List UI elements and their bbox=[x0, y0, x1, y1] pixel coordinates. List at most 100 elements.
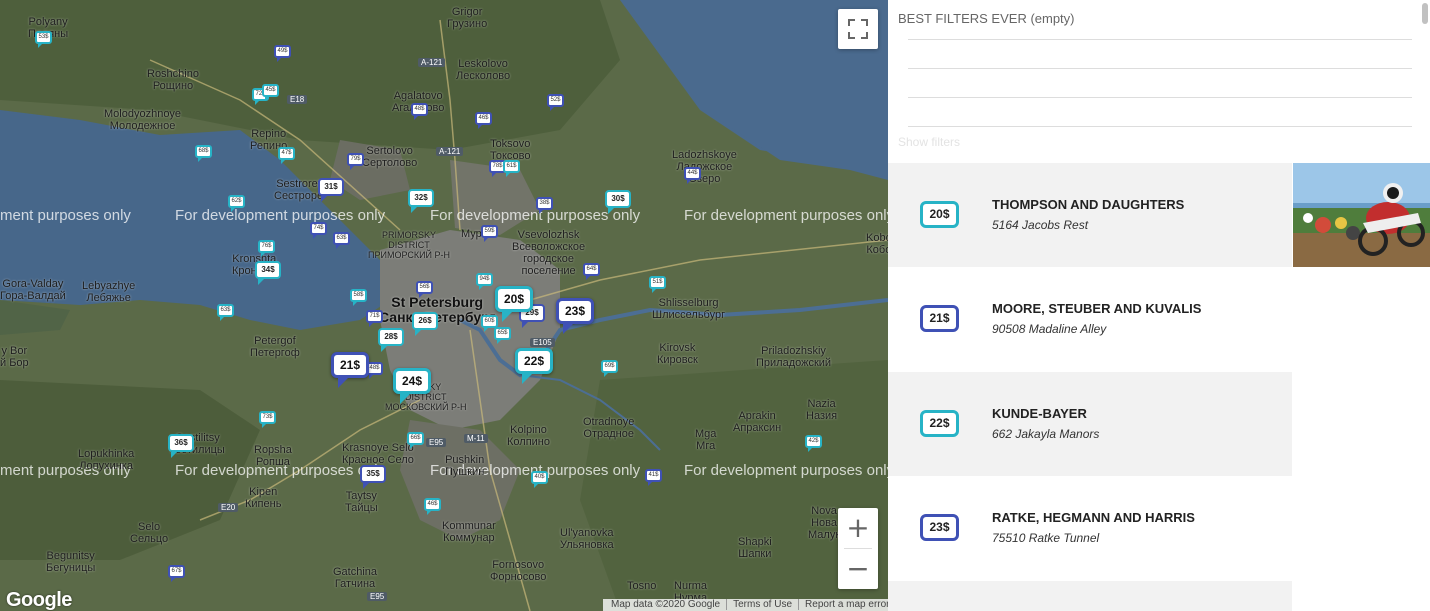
map-marker-medium[interactable]: 36$ bbox=[168, 434, 194, 458]
road-shield: A-121 bbox=[418, 58, 446, 67]
report-error-link[interactable]: Report a map error bbox=[801, 599, 888, 610]
list-item[interactable]: 20$ THOMPSON AND DAUGHTERS 5164 Jacobs R… bbox=[888, 163, 1292, 267]
map-marker-large[interactable]: 21$ bbox=[331, 352, 369, 388]
item-title: MOORE, STEUBER AND KUVALIS bbox=[992, 301, 1202, 316]
show-filters-button[interactable]: Show filters bbox=[898, 135, 960, 149]
zoom-out-button[interactable]: − bbox=[838, 549, 878, 589]
map-marker-small[interactable]: 40$ bbox=[531, 471, 548, 488]
map-marker-medium[interactable]: 32$ bbox=[408, 189, 434, 213]
place-label: y Bor й Бор bbox=[0, 345, 29, 369]
price-badge: 22$ bbox=[920, 410, 959, 437]
place-label: Sertolovo Сертолово bbox=[362, 145, 418, 169]
map-marker-small[interactable]: 53$ bbox=[35, 31, 52, 48]
item-address: 90508 Madaline Alley bbox=[992, 322, 1107, 336]
road-shield: E95 bbox=[426, 438, 447, 447]
map-marker-small[interactable]: 45$ bbox=[262, 84, 279, 101]
map-marker-small[interactable]: 47$ bbox=[278, 147, 295, 164]
map-marker-small[interactable]: 51$ bbox=[649, 276, 666, 293]
place-label: Fornosovo Форносово bbox=[490, 559, 547, 583]
map-marker-small[interactable]: 67$ bbox=[168, 565, 185, 582]
map-marker-small[interactable]: 63$ bbox=[217, 304, 234, 321]
place-label: Mga Мга bbox=[695, 428, 717, 452]
map-marker-small[interactable]: 46$ bbox=[424, 498, 441, 515]
map[interactable]: ment purposes only For development purpo… bbox=[0, 0, 888, 611]
map-marker-small[interactable]: 64$ bbox=[583, 263, 600, 280]
road-shield: A-121 bbox=[436, 147, 464, 156]
place-label: Ropsha Ропша bbox=[254, 444, 292, 468]
map-marker-small[interactable]: 79$ bbox=[347, 153, 364, 170]
filter-input-2[interactable] bbox=[908, 68, 1412, 69]
map-marker-small[interactable]: 48$ bbox=[411, 103, 428, 120]
map-marker-small[interactable]: 44$ bbox=[684, 167, 701, 184]
map-marker-small[interactable]: 49$ bbox=[274, 45, 291, 62]
motocross-photo bbox=[1293, 163, 1430, 267]
map-marker-small[interactable]: 94$ bbox=[476, 273, 493, 290]
map-marker-small[interactable]: 69$ bbox=[601, 360, 618, 377]
list-item[interactable]: 22$ KUNDE-BAYER 662 Jakayla Manors bbox=[888, 372, 1292, 476]
place-label: Vsevolozhsk Всеволожское городское посел… bbox=[512, 229, 586, 277]
google-logo[interactable]: Google bbox=[6, 589, 72, 611]
place-label: Sestroret Сестроре bbox=[274, 178, 324, 202]
place-label: Shlisselburg Шлиссельбург bbox=[652, 297, 726, 321]
map-marker-small[interactable]: 76$ bbox=[258, 240, 275, 257]
map-marker-small[interactable]: 58$ bbox=[350, 289, 367, 306]
list-item[interactable]: 21$ MOORE, STEUBER AND KUVALIS 90508 Mad… bbox=[888, 267, 1292, 371]
fullscreen-icon bbox=[848, 19, 868, 39]
map-marker-small[interactable]: 52$ bbox=[547, 94, 564, 111]
map-marker-small[interactable]: 61$ bbox=[503, 160, 520, 177]
map-marker-small[interactable]: 62$ bbox=[228, 195, 245, 212]
map-marker-medium[interactable]: 34$ bbox=[255, 261, 281, 285]
place-label: Gatchina Гатчина bbox=[333, 566, 378, 590]
map-marker-medium[interactable]: 35$ bbox=[360, 465, 386, 489]
dev-watermark: For development purposes only bbox=[684, 207, 888, 224]
map-marker-small[interactable]: 71$ bbox=[366, 310, 383, 327]
scrollbar-thumb[interactable] bbox=[1422, 3, 1428, 24]
filter-input-3[interactable] bbox=[908, 97, 1412, 98]
price-badge: 21$ bbox=[920, 305, 959, 332]
map-marker-small[interactable]: 73$ bbox=[259, 411, 276, 428]
map-marker-small[interactable]: 68$ bbox=[195, 145, 212, 162]
terms-link[interactable]: Terms of Use bbox=[729, 599, 796, 610]
place-label: Petergof Петергоф bbox=[250, 335, 300, 359]
app: ment purposes only For development purpo… bbox=[0, 0, 1430, 611]
map-marker-small[interactable]: 42$ bbox=[805, 435, 822, 452]
map-marker-large[interactable]: 20$ bbox=[495, 286, 533, 322]
map-marker-small[interactable]: 38$ bbox=[536, 197, 553, 214]
filter-input-4[interactable] bbox=[908, 126, 1412, 127]
zoom-in-button[interactable]: + bbox=[838, 508, 878, 548]
fullscreen-button[interactable] bbox=[838, 9, 878, 49]
map-marker-small[interactable]: 74$ bbox=[310, 222, 327, 239]
place-label: Kipen Кипень bbox=[245, 486, 282, 510]
map-attribution: Map data ©2020 Google Terms of Use Report … bbox=[603, 599, 888, 611]
map-marker-small[interactable]: 60$ bbox=[481, 315, 498, 332]
price-badge: 20$ bbox=[920, 201, 959, 228]
place-label: Aprakin Апраксин bbox=[733, 410, 782, 434]
place-label: Priladozhskiy Приладожский bbox=[756, 345, 832, 369]
map-marker-small[interactable]: 63$ bbox=[333, 232, 350, 249]
map-marker-large[interactable]: 23$ bbox=[556, 298, 594, 334]
place-label: Kolpino Колпино bbox=[507, 424, 550, 448]
place-label: Lebyazhye Лебяжье bbox=[82, 280, 136, 304]
item-title: RATKE, HEGMANN AND HARRIS bbox=[992, 510, 1195, 525]
place-label: Otradnoye Отрадное bbox=[583, 416, 635, 440]
map-marker-small[interactable]: 66$ bbox=[407, 432, 424, 449]
map-marker-small[interactable]: 65$ bbox=[494, 327, 511, 344]
map-marker-medium[interactable]: 26$ bbox=[412, 312, 438, 336]
place-label: Pushkin Пушкин bbox=[445, 454, 485, 478]
map-marker-medium[interactable]: 28$ bbox=[378, 328, 404, 352]
filter-input-1[interactable] bbox=[908, 39, 1412, 40]
map-marker-large[interactable]: 22$ bbox=[515, 348, 553, 384]
place-label: Toksovo Токсово bbox=[490, 138, 531, 162]
road-shield: E95 bbox=[367, 592, 388, 601]
map-marker-small[interactable]: 56$ bbox=[416, 281, 433, 298]
map-marker-medium[interactable]: 31$ bbox=[318, 178, 344, 202]
map-marker-small[interactable]: 59$ bbox=[481, 225, 498, 242]
list-item[interactable]: 23$ RATKE, HEGMANN AND HARRIS 75510 Ratk… bbox=[888, 476, 1292, 580]
map-marker-small[interactable]: 41$ bbox=[645, 469, 662, 486]
map-marker-small[interactable]: 46$ bbox=[475, 112, 492, 129]
list-item[interactable] bbox=[888, 581, 1292, 611]
place-label: PRIMORSKY DISTRICT ПРИМОРСКИЙ Р-Н bbox=[368, 230, 451, 260]
map-marker-medium[interactable]: 30$ bbox=[605, 190, 631, 214]
map-marker-large[interactable]: 24$ bbox=[393, 368, 431, 404]
dev-watermark: ment purposes only bbox=[0, 207, 131, 224]
